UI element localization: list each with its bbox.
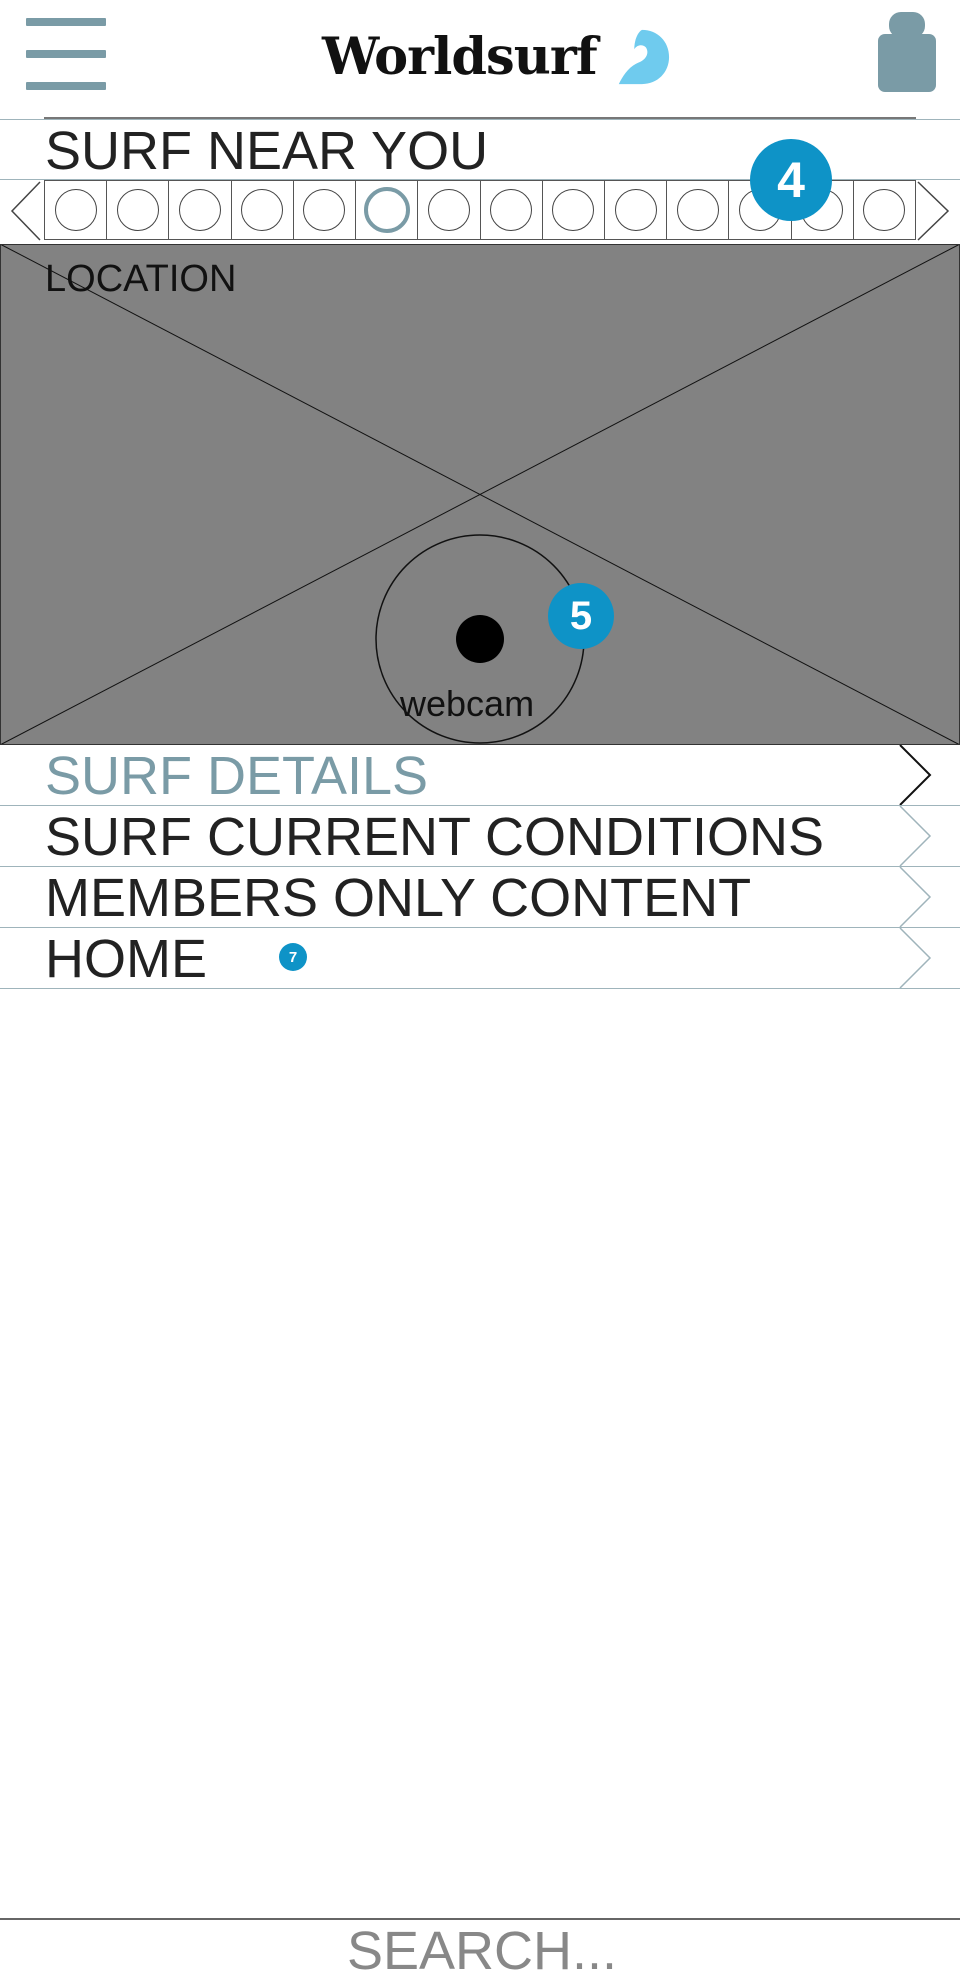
wave-icon (618, 29, 669, 85)
chevron-left-icon[interactable] (0, 180, 44, 242)
carousel-slide[interactable] (230, 180, 293, 240)
carousel-dot (863, 189, 906, 231)
hamburger-menu-icon[interactable] (26, 18, 106, 90)
list-item-label: SURF CURRENT CONDITIONS (45, 807, 825, 867)
logo-text: Worldsurf (322, 27, 598, 87)
annotation-badge: 7 (279, 943, 307, 971)
location-image-placeholder (0, 244, 960, 745)
user-profile-icon[interactable] (878, 12, 936, 92)
list-item-members-only-content[interactable]: MEMBERS ONLY CONTENT (0, 867, 960, 928)
annotation-badge: 4 (750, 139, 832, 221)
carousel-slide[interactable] (479, 180, 542, 240)
list-item-surf-details[interactable]: SURF DETAILS (0, 745, 960, 806)
carousel-slide[interactable] (603, 180, 667, 240)
carousel-slide[interactable] (852, 180, 917, 240)
carousel-slide[interactable] (541, 180, 604, 240)
carousel-slide[interactable] (355, 180, 418, 240)
list-item-home[interactable]: HOME (0, 928, 960, 989)
chevron-right-icon (899, 806, 932, 866)
chevron-right-icon (899, 928, 932, 988)
webcam-lens-icon (456, 615, 504, 663)
search-divider (0, 1918, 960, 1920)
carousel-slide[interactable] (666, 180, 729, 240)
carousel-dot (427, 189, 470, 231)
section-title-surf-near-you: SURF NEAR YOU (45, 121, 489, 181)
carousel-dot (676, 189, 719, 231)
location-label: LOCATION (45, 258, 237, 300)
carousel-slide[interactable] (168, 180, 231, 240)
carousel-slide[interactable] (292, 180, 356, 240)
chevron-right-icon[interactable] (916, 180, 960, 242)
placeholder-cross (0, 244, 960, 745)
search-input[interactable] (80, 1922, 884, 1980)
carousel-slide[interactable] (417, 180, 480, 240)
chevron-right-icon (899, 867, 932, 927)
list-item-label: MEMBERS ONLY CONTENT (45, 868, 752, 928)
carousel-dot (552, 189, 595, 231)
annotation-badge: 5 (548, 583, 614, 649)
webcam-label[interactable]: webcam (400, 683, 534, 725)
list-item-label: HOME (45, 929, 207, 989)
carousel-dot (490, 189, 533, 231)
carousel-slide[interactable] (44, 180, 107, 240)
carousel-dot-active (363, 187, 410, 233)
carousel-dot (179, 189, 222, 231)
carousel-dot (241, 189, 284, 231)
carousel-dot (614, 189, 657, 231)
list-item-label: SURF DETAILS (45, 746, 429, 806)
logo: Worldsurf (322, 22, 671, 92)
carousel-dot (116, 189, 159, 231)
carousel-slide[interactable] (106, 180, 169, 240)
carousel-dot (303, 189, 346, 231)
list-item-surf-current-conditions[interactable]: SURF CURRENT CONDITIONS (0, 806, 960, 867)
divider (0, 988, 960, 989)
chevron-right-icon (899, 745, 932, 805)
carousel-dot (54, 189, 97, 231)
